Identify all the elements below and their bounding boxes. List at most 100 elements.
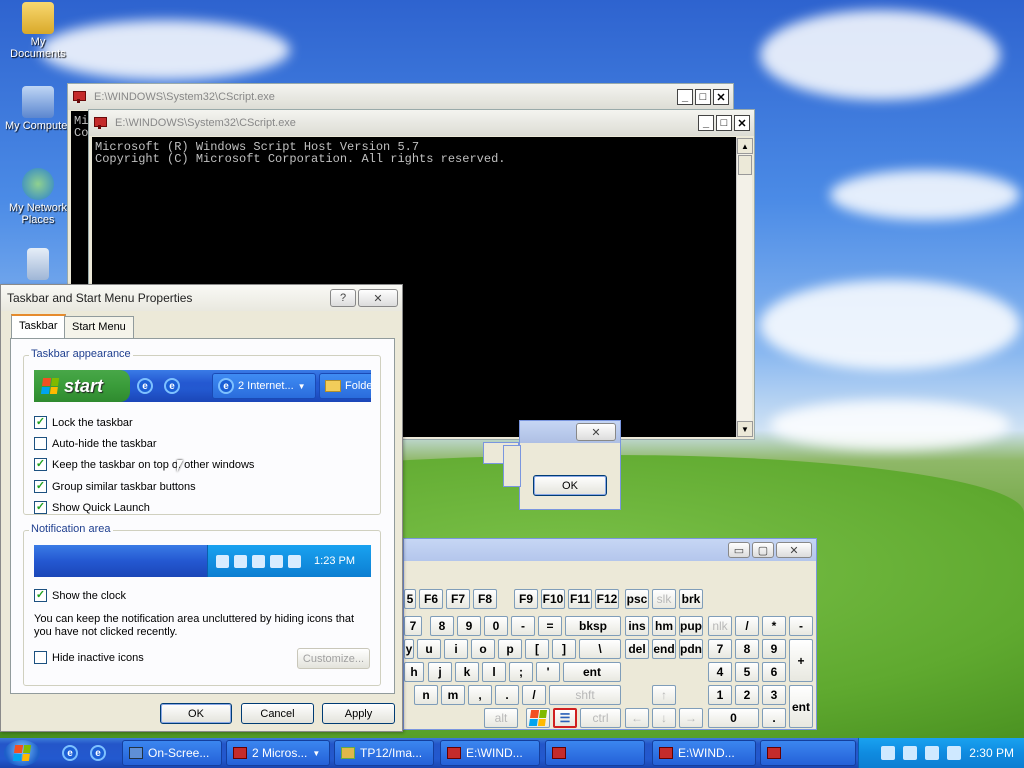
cancel-button[interactable]: Cancel: [241, 703, 314, 724]
taskbar-item-cscript-4[interactable]: [760, 740, 856, 766]
checkbox-keep-on-top[interactable]: ✓ Keep the taskbar on top of other windo…: [34, 458, 254, 471]
message-dialog-titlebar[interactable]: ✕: [520, 421, 620, 443]
maximize-button[interactable]: □: [695, 89, 711, 105]
key[interactable]: p: [498, 639, 522, 659]
ok-button[interactable]: OK: [160, 703, 232, 724]
left-arrow-key[interactable]: ←: [625, 708, 649, 728]
key[interactable]: F11: [568, 589, 592, 609]
key[interactable]: j: [428, 662, 452, 682]
desktop-icon-my-network-places[interactable]: My Network Places: [2, 168, 74, 226]
keyboard-tray-icon[interactable]: [881, 746, 896, 760]
key[interactable]: o: [471, 639, 495, 659]
menu-key[interactable]: ☰: [553, 708, 577, 728]
taskbar-item-cscript-2[interactable]: [545, 740, 645, 766]
checkbox-box[interactable]: [34, 437, 47, 450]
key[interactable]: /: [522, 685, 546, 705]
close-button[interactable]: ✕: [734, 115, 750, 131]
key[interactable]: m: [441, 685, 465, 705]
scroll-up-arrow-icon[interactable]: ▲: [737, 138, 753, 154]
key[interactable]: 2: [735, 685, 759, 705]
dialog-titlebar[interactable]: Taskbar and Start Menu Properties ? ✕: [1, 285, 402, 311]
key[interactable]: del: [625, 639, 649, 659]
key[interactable]: brk: [679, 589, 703, 609]
key[interactable]: \: [579, 639, 621, 659]
taskbar-item-tp12[interactable]: TP12/Ima...: [334, 740, 434, 766]
checkbox-box[interactable]: ✓: [34, 416, 47, 429]
key[interactable]: 9: [457, 616, 481, 636]
security-tray-icon[interactable]: [925, 746, 940, 760]
key[interactable]: 8: [430, 616, 454, 636]
checkbox-box[interactable]: [34, 651, 47, 664]
close-button[interactable]: ✕: [576, 423, 616, 441]
scroll-down-arrow-icon[interactable]: ▼: [737, 421, 753, 437]
shift-key[interactable]: shft: [549, 685, 621, 705]
on-screen-keyboard[interactable]: ▭ ▢ ✕ 5 F6 F7 F8 F9 F10 F11 F12 psc slk …: [403, 538, 817, 730]
key[interactable]: y: [404, 639, 414, 659]
backspace-key[interactable]: bksp: [565, 616, 621, 636]
key[interactable]: F12: [595, 589, 619, 609]
key[interactable]: ins: [625, 616, 649, 636]
close-button[interactable]: ✕: [776, 542, 812, 558]
checkbox-quick-launch[interactable]: ✓ Show Quick Launch: [34, 501, 150, 514]
minimize-button[interactable]: ▭: [728, 542, 750, 558]
scroll-thumb[interactable]: [738, 155, 752, 175]
key[interactable]: 3: [762, 685, 786, 705]
key[interactable]: u: [417, 639, 441, 659]
maximize-button[interactable]: □: [716, 115, 732, 131]
checkbox-box[interactable]: ✓: [34, 501, 47, 514]
console-vertical-scrollbar[interactable]: ▲ ▼: [736, 138, 753, 437]
down-arrow-key[interactable]: ↓: [652, 708, 676, 728]
numpad-plus-key[interactable]: +: [789, 639, 813, 682]
key[interactable]: /: [735, 616, 759, 636]
key[interactable]: =: [538, 616, 562, 636]
keyboard-titlebar[interactable]: ▭ ▢ ✕: [404, 539, 816, 561]
tab-start-menu[interactable]: Start Menu: [64, 316, 134, 338]
help-button[interactable]: ?: [330, 289, 356, 307]
minimize-button[interactable]: _: [677, 89, 693, 105]
apply-button[interactable]: Apply: [322, 703, 395, 724]
key[interactable]: 1: [708, 685, 732, 705]
close-button[interactable]: ✕: [358, 289, 398, 307]
key[interactable]: 7: [708, 639, 732, 659]
desktop-icon-recycle-bin[interactable]: [2, 248, 74, 282]
key[interactable]: 7: [404, 616, 422, 636]
windows-key[interactable]: [526, 708, 550, 728]
key[interactable]: 5: [404, 589, 416, 609]
key[interactable]: F8: [473, 589, 497, 609]
key[interactable]: pdn: [679, 639, 703, 659]
desktop-icon-my-computer[interactable]: My Computer: [2, 86, 74, 132]
close-button[interactable]: ✕: [713, 89, 729, 105]
key[interactable]: h: [404, 662, 424, 682]
message-ok-button[interactable]: OK: [533, 475, 607, 496]
quick-launch-ie-icon[interactable]: e: [90, 745, 106, 761]
key[interactable]: F6: [419, 589, 443, 609]
key[interactable]: *: [762, 616, 786, 636]
checkbox-group-buttons[interactable]: ✓ Group similar taskbar buttons: [34, 480, 196, 493]
key[interactable]: slk: [652, 589, 676, 609]
key[interactable]: n: [414, 685, 438, 705]
magnifier-tray-icon[interactable]: [947, 746, 962, 760]
key[interactable]: F7: [446, 589, 470, 609]
taskbar-properties-dialog[interactable]: Taskbar and Start Menu Properties ? ✕ Ta…: [0, 284, 403, 732]
key[interactable]: pup: [679, 616, 703, 636]
key[interactable]: 9: [762, 639, 786, 659]
alt-key[interactable]: alt: [484, 708, 518, 728]
customize-button[interactable]: Customize...: [297, 648, 370, 669]
numpad-enter-key[interactable]: ent: [789, 685, 813, 728]
key[interactable]: psc: [625, 589, 649, 609]
up-arrow-key[interactable]: ↑: [652, 685, 676, 705]
checkbox-box[interactable]: ✓: [34, 458, 47, 471]
key[interactable]: F10: [541, 589, 565, 609]
checkbox-auto-hide[interactable]: Auto-hide the taskbar: [34, 437, 157, 450]
key[interactable]: 8: [735, 639, 759, 659]
console-back-titlebar[interactable]: E:\WINDOWS\System32\CScript.exe _ □ ✕: [68, 84, 733, 110]
taskbar-item-cscript-3[interactable]: E:\WIND...: [652, 740, 756, 766]
key[interactable]: ': [536, 662, 560, 682]
taskbar-item-on-screen-keyboard[interactable]: On-Scree...: [122, 740, 222, 766]
key[interactable]: [: [525, 639, 549, 659]
key[interactable]: 6: [762, 662, 786, 682]
tab-taskbar[interactable]: Taskbar: [11, 314, 66, 339]
key[interactable]: 5: [735, 662, 759, 682]
key[interactable]: nlk: [708, 616, 732, 636]
taskbar-item-cscript-1[interactable]: E:\WIND...: [440, 740, 540, 766]
